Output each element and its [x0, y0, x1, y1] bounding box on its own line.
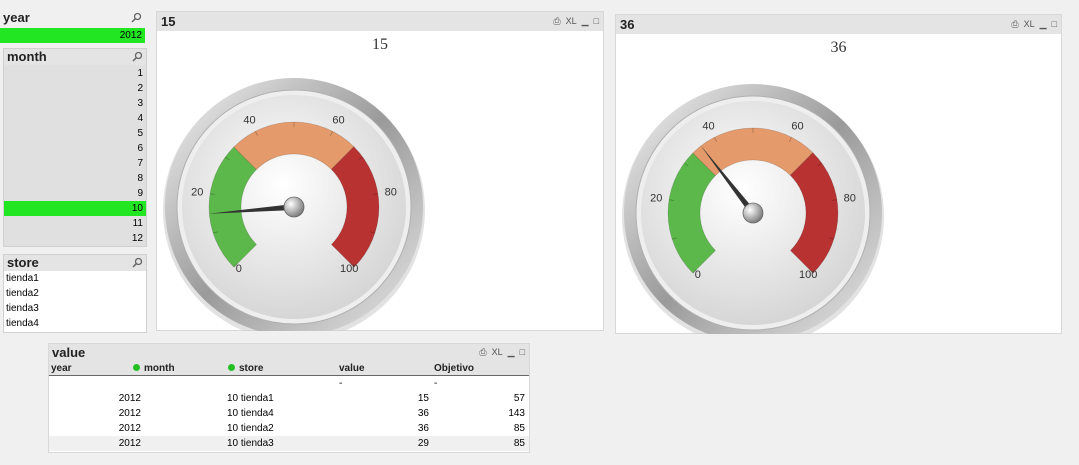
- cell-month-store: 10 tienda3: [227, 438, 274, 449]
- gauge-tick-label: 60: [791, 121, 803, 133]
- search-icon[interactable]: [131, 12, 142, 23]
- minimize-icon[interactable]: ▁: [1040, 19, 1047, 29]
- total-value: -: [339, 378, 343, 389]
- gauge-tick-label: 80: [844, 193, 856, 205]
- cell-value: 15: [417, 393, 429, 404]
- store-item[interactable]: tienda1: [4, 271, 146, 286]
- value-table-title: value: [52, 345, 86, 360]
- maximize-icon[interactable]: □: [594, 16, 599, 26]
- store-item[interactable]: tienda4: [4, 316, 146, 331]
- store-item[interactable]: tienda3: [4, 301, 146, 316]
- month-item[interactable]: 2: [4, 81, 146, 96]
- month-item[interactable]: 4: [4, 111, 146, 126]
- gauge-1-caption-text: 15: [161, 14, 176, 29]
- month-item[interactable]: 7: [4, 156, 146, 171]
- cell-objetivo: 57: [513, 393, 525, 404]
- cell-year: 2012: [118, 393, 141, 404]
- month-item-selected[interactable]: 10: [4, 201, 146, 216]
- gauge-tick-label: 0: [236, 263, 242, 275]
- cell-objetivo: 143: [508, 408, 525, 419]
- table-header-row: year month store value Objetivo: [49, 361, 529, 376]
- cell-value: 36: [417, 408, 429, 419]
- cell-value: 36: [417, 423, 429, 434]
- print-icon[interactable]: ⎙: [553, 16, 560, 26]
- col-store[interactable]: store: [228, 363, 263, 374]
- table-row[interactable]: 2012 10 tienda3 29 85: [49, 436, 529, 451]
- filter-dot-icon: [228, 364, 235, 371]
- store-listbox: store tienda1 tienda2 tienda3 tienda4: [3, 254, 147, 333]
- gauge-chart-2[interactable]: 36 ⎙ XL ▁ □ 36 0 20 40 60 80 100: [615, 14, 1062, 334]
- gauge-tick-label: 60: [332, 115, 344, 127]
- cell-objetivo: 85: [513, 423, 525, 434]
- gauge-1-svg: 0 20 40 60 80 100: [163, 78, 425, 331]
- gauge-2-caption: 36 ⎙ XL ▁ □: [616, 15, 1061, 34]
- month-listbox-title: month: [4, 49, 146, 65]
- month-item[interactable]: 11: [4, 216, 146, 231]
- minimize-icon[interactable]: ▁: [582, 16, 589, 26]
- filter-dot-icon: [133, 364, 140, 371]
- month-item[interactable]: 1: [4, 66, 146, 81]
- month-item[interactable]: 8: [4, 171, 146, 186]
- totals-row: - -: [49, 376, 529, 391]
- month-listbox: month 1 2 3 4 5 6 7 8 9 10 11 12: [3, 48, 147, 247]
- table-row[interactable]: 2012 10 tienda4 36 143: [49, 406, 529, 421]
- print-icon[interactable]: ⎙: [1011, 19, 1018, 29]
- month-item[interactable]: 3: [4, 96, 146, 111]
- gauge-1-caption: 15 ⎙ XL ▁ □: [157, 12, 603, 31]
- gauge-tick-label: 20: [191, 187, 203, 199]
- cell-year: 2012: [118, 438, 141, 449]
- cell-month-store: 10 tienda2: [227, 423, 274, 434]
- gauge-hub: [742, 202, 764, 224]
- month-item[interactable]: 9: [4, 186, 146, 201]
- cell-month-store: 10 tienda1: [227, 393, 274, 404]
- store-listbox-title: store: [4, 255, 146, 271]
- maximize-icon[interactable]: □: [1052, 19, 1057, 29]
- gauge-tick-label: 0: [695, 269, 701, 281]
- col-year[interactable]: year: [51, 363, 72, 374]
- xl-export-icon[interactable]: XL: [1024, 19, 1035, 29]
- cell-value: 29: [417, 438, 429, 449]
- year-listbox-title: year: [0, 10, 145, 26]
- gauge-2-svg: 0 20 40 60 80 100: [622, 84, 884, 334]
- table-row[interactable]: 2012 10 tienda2 36 85: [49, 421, 529, 436]
- gauge-tick-label: 100: [340, 263, 358, 275]
- xl-export-icon[interactable]: XL: [566, 16, 577, 26]
- gauge-tick-label: 100: [799, 269, 817, 281]
- value-table-caption: value ⎙ XL ▁ □: [49, 344, 529, 361]
- year-title: year: [3, 10, 30, 25]
- month-item[interactable]: 12: [4, 231, 146, 246]
- total-objetivo: -: [434, 378, 438, 389]
- month-title: month: [7, 49, 47, 64]
- value-table[interactable]: value ⎙ XL ▁ □ year month store value Ob…: [48, 343, 530, 453]
- store-item[interactable]: tienda2: [4, 286, 146, 301]
- maximize-icon[interactable]: □: [520, 347, 525, 357]
- col-month[interactable]: month: [133, 363, 175, 374]
- year-listbox: year 2012: [0, 10, 145, 44]
- table-row[interactable]: 2012 10 tienda1 15 57: [49, 391, 529, 406]
- gauge-hub: [283, 196, 305, 218]
- gauge-2-caption-text: 36: [620, 17, 635, 32]
- print-icon[interactable]: ⎙: [479, 347, 486, 357]
- store-title: store: [7, 255, 39, 270]
- col-value[interactable]: value: [339, 363, 365, 374]
- month-item[interactable]: 5: [4, 126, 146, 141]
- cell-year: 2012: [118, 408, 141, 419]
- cell-objetivo: 85: [513, 438, 525, 449]
- search-icon[interactable]: [132, 51, 143, 62]
- gauge-tick-label: 40: [702, 121, 714, 133]
- search-icon[interactable]: [132, 257, 143, 268]
- gauge-tick-label: 80: [385, 187, 397, 199]
- col-objetivo[interactable]: Objetivo: [434, 363, 474, 374]
- gauge-tick-label: 40: [243, 115, 255, 127]
- gauge-chart-1[interactable]: 15 ⎙ XL ▁ □ 15 0 20 40 60 80 100: [156, 11, 604, 331]
- cell-year: 2012: [118, 423, 141, 434]
- minimize-icon[interactable]: ▁: [508, 347, 515, 357]
- gauge-tick-label: 20: [650, 193, 662, 205]
- xl-export-icon[interactable]: XL: [492, 347, 503, 357]
- cell-month-store: 10 tienda4: [227, 408, 274, 419]
- month-item[interactable]: 6: [4, 141, 146, 156]
- year-item-2012[interactable]: 2012: [0, 28, 145, 43]
